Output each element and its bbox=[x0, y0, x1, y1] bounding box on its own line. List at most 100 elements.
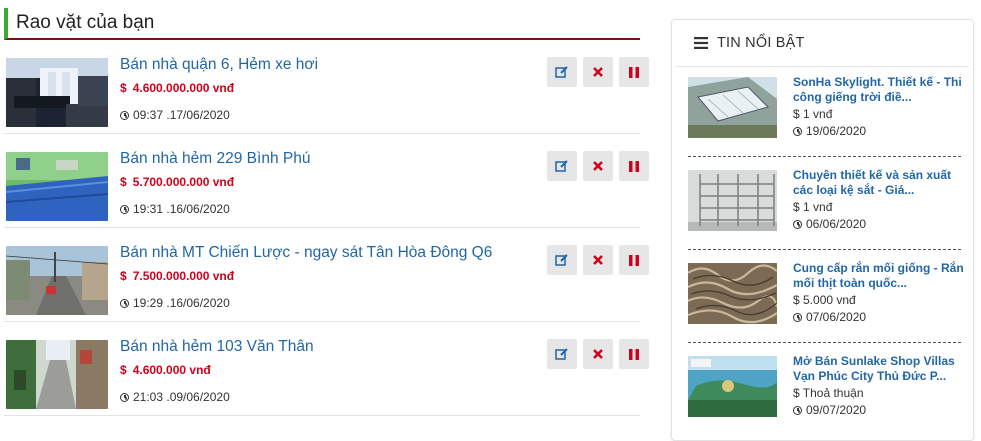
featured-title-link[interactable]: Chuyên thiết kế và sản xuất các loại kệ … bbox=[793, 168, 969, 198]
clock-icon bbox=[793, 126, 802, 136]
clock-icon bbox=[793, 219, 802, 229]
featured-date-value: 19/06/2020 bbox=[806, 124, 867, 138]
featured-item: Chuyên thiết kế và sản xuất các loại kệ … bbox=[688, 161, 969, 253]
listing-thumbnail[interactable] bbox=[6, 340, 108, 409]
listing-actions bbox=[547, 151, 649, 181]
featured-divider bbox=[688, 156, 961, 157]
featured-thumbnail[interactable] bbox=[688, 356, 777, 417]
delete-button[interactable] bbox=[583, 245, 613, 275]
listing-actions bbox=[547, 245, 649, 275]
featured-date: 19/06/2020 bbox=[793, 124, 866, 138]
featured-price: $ 1 vnđ bbox=[793, 200, 833, 214]
delete-button[interactable] bbox=[583, 57, 613, 87]
listing-item: Bán nhà MT Chiến Lược - ngay sát Tân Hòa… bbox=[4, 228, 649, 322]
pause-button[interactable] bbox=[619, 339, 649, 369]
featured-item: SonHa Skylight. Thiết kế - Thi công giến… bbox=[688, 68, 969, 160]
featured-title-link[interactable]: Mở Bán Sunlake Shop Villas Vạn Phúc City… bbox=[793, 354, 969, 384]
listing-thumbnail[interactable] bbox=[6, 58, 108, 127]
featured-price: $ 1 vnđ bbox=[793, 107, 833, 121]
pause-button[interactable] bbox=[619, 57, 649, 87]
featured-divider bbox=[688, 342, 961, 343]
clock-icon bbox=[120, 298, 129, 308]
listing-price-value: 5.700.000.000 vnđ bbox=[132, 175, 235, 189]
pause-button[interactable] bbox=[619, 151, 649, 181]
listing-thumbnail[interactable] bbox=[6, 246, 108, 315]
currency-symbol: $ bbox=[120, 81, 127, 95]
featured-date: 06/06/2020 bbox=[793, 217, 866, 231]
edit-icon bbox=[555, 348, 568, 360]
listing-actions bbox=[547, 339, 649, 369]
featured-price: $ Thoả thuận bbox=[793, 386, 864, 400]
delete-icon bbox=[593, 161, 603, 171]
currency-symbol: $ bbox=[120, 269, 127, 283]
featured-date-value: 07/06/2020 bbox=[806, 310, 867, 324]
listing-title-link[interactable]: Bán nhà hẻm 103 Văn Thân bbox=[120, 338, 314, 356]
listing-price: $7.500.000.000 vnđ bbox=[120, 269, 234, 283]
listing-date: 21:03 .09/06/2020 bbox=[120, 390, 230, 404]
edit-icon bbox=[555, 66, 568, 78]
featured-price: $ 5.000 vnđ bbox=[793, 293, 856, 307]
listing-price-value: 4.600.000 vnđ bbox=[132, 363, 211, 377]
listing-item: Bán nhà quận 6, Hẻm xe hơi $4.600.000.00… bbox=[4, 40, 649, 134]
listing-price: $4.600.000.000 vnđ bbox=[120, 81, 234, 95]
listing-date-value: 19:29 .16/06/2020 bbox=[133, 296, 230, 310]
edit-icon bbox=[555, 160, 568, 172]
edit-button[interactable] bbox=[547, 57, 577, 87]
featured-date: 07/06/2020 bbox=[793, 310, 866, 324]
listing-date-value: 19:31 .16/06/2020 bbox=[133, 202, 230, 216]
listing-date: 09:37 .17/06/2020 bbox=[120, 108, 230, 122]
clock-icon bbox=[793, 405, 802, 415]
delete-icon bbox=[593, 255, 603, 265]
delete-button[interactable] bbox=[583, 151, 613, 181]
featured-divider bbox=[688, 249, 961, 250]
clock-icon bbox=[120, 204, 129, 214]
listing-price-value: 7.500.000.000 vnđ bbox=[132, 269, 235, 283]
listing-title-link[interactable]: Bán nhà MT Chiến Lược - ngay sát Tân Hòa… bbox=[120, 244, 492, 262]
featured-title-link[interactable]: Cung cấp rắn mối giống - Rắn mối thịt to… bbox=[793, 261, 969, 291]
listing-item: Bán nhà hẻm 229 Bình Phú $5.700.000.000 … bbox=[4, 134, 649, 228]
listing-actions bbox=[547, 57, 649, 87]
clock-icon bbox=[120, 110, 129, 120]
listing-date-value: 21:03 .09/06/2020 bbox=[133, 390, 230, 404]
clock-icon bbox=[793, 312, 802, 322]
featured-date-value: 06/06/2020 bbox=[806, 217, 867, 231]
listing-date-value: 09:37 .17/06/2020 bbox=[133, 108, 230, 122]
delete-icon bbox=[593, 349, 603, 359]
edit-button[interactable] bbox=[547, 245, 577, 275]
listing-date: 19:29 .16/06/2020 bbox=[120, 296, 230, 310]
featured-item: Mở Bán Sunlake Shop Villas Vạn Phúc City… bbox=[688, 347, 969, 439]
featured-title: TIN NỔI BẬT bbox=[717, 35, 805, 51]
featured-date: 09/07/2020 bbox=[793, 403, 866, 417]
edit-button[interactable] bbox=[547, 339, 577, 369]
listing-date: 19:31 .16/06/2020 bbox=[120, 202, 230, 216]
my-listings-header: Rao vặt của bạn bbox=[4, 8, 640, 40]
my-listings-panel: Rao vặt của bạn Bán nhà quận 6, Hẻm xe h… bbox=[4, 8, 649, 416]
listing-thumbnail[interactable] bbox=[6, 152, 108, 221]
pause-icon bbox=[629, 160, 639, 172]
currency-symbol: $ bbox=[120, 363, 127, 377]
featured-thumbnail[interactable] bbox=[688, 263, 777, 324]
listing-price: $4.600.000 vnđ bbox=[120, 363, 211, 377]
featured-title-link[interactable]: SonHa Skylight. Thiết kế - Thi công giến… bbox=[793, 75, 969, 105]
pause-button[interactable] bbox=[619, 245, 649, 275]
listing-item: Bán nhà hẻm 103 Văn Thân $4.600.000 vnđ … bbox=[4, 322, 649, 416]
listing-price: $5.700.000.000 vnđ bbox=[120, 175, 234, 189]
featured-panel: TIN NỔI BẬT SonHa Skylight. Thiết kế - T… bbox=[671, 19, 974, 441]
pause-icon bbox=[629, 254, 639, 266]
edit-icon bbox=[555, 254, 568, 266]
edit-button[interactable] bbox=[547, 151, 577, 181]
listing-title-link[interactable]: Bán nhà quận 6, Hẻm xe hơi bbox=[120, 56, 318, 74]
delete-icon bbox=[593, 67, 603, 77]
listing-title-link[interactable]: Bán nhà hẻm 229 Bình Phú bbox=[120, 150, 310, 168]
featured-thumbnail[interactable] bbox=[688, 77, 777, 138]
my-listings-title: Rao vặt của bạn bbox=[16, 12, 155, 33]
pause-icon bbox=[629, 66, 639, 78]
featured-date-value: 09/07/2020 bbox=[806, 403, 867, 417]
featured-thumbnail[interactable] bbox=[688, 170, 777, 231]
featured-item: Cung cấp rắn mối giống - Rắn mối thịt to… bbox=[688, 254, 969, 346]
featured-header: TIN NỔI BẬT bbox=[676, 20, 969, 67]
clock-icon bbox=[120, 392, 129, 402]
menu-icon bbox=[694, 37, 708, 49]
delete-button[interactable] bbox=[583, 339, 613, 369]
listing-price-value: 4.600.000.000 vnđ bbox=[132, 81, 235, 95]
